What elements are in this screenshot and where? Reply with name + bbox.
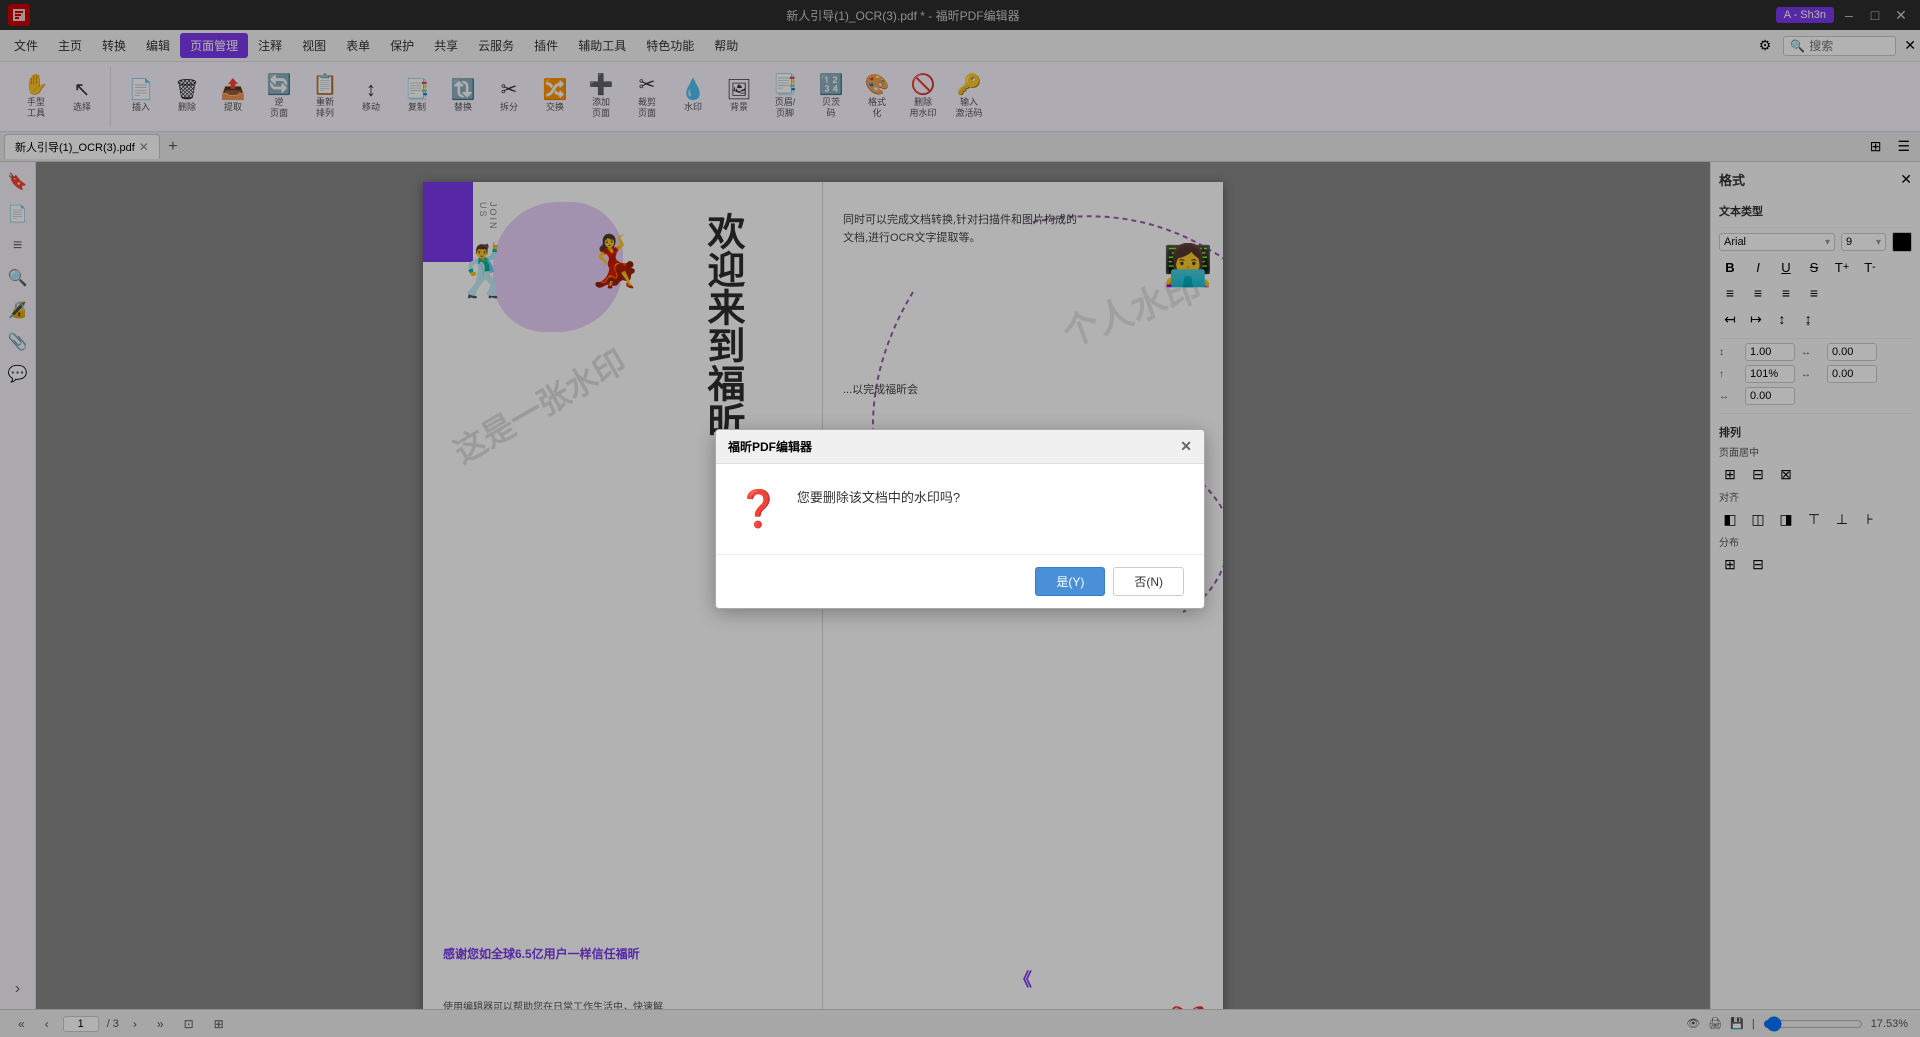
dialog-overlay: 福昕PDF编辑器 ✕ ❓ 您要删除该文档中的水印吗? 是(Y) 否(N) <box>0 0 1920 1037</box>
dialog-title-bar: 福昕PDF编辑器 ✕ <box>716 430 1204 464</box>
dialog: 福昕PDF编辑器 ✕ ❓ 您要删除该文档中的水印吗? 是(Y) 否(N) <box>715 429 1205 609</box>
dialog-message: 您要删除该文档中的水印吗? <box>797 488 960 509</box>
dialog-body: ❓ 您要删除该文档中的水印吗? <box>716 464 1204 554</box>
dialog-yes-button[interactable]: 是(Y) <box>1035 567 1105 596</box>
dialog-footer: 是(Y) 否(N) <box>716 554 1204 608</box>
dialog-no-button[interactable]: 否(N) <box>1113 567 1184 596</box>
dialog-title: 福昕PDF编辑器 <box>728 438 812 455</box>
dialog-question-icon: ❓ <box>736 488 781 530</box>
dialog-close-button[interactable]: ✕ <box>1180 438 1192 455</box>
